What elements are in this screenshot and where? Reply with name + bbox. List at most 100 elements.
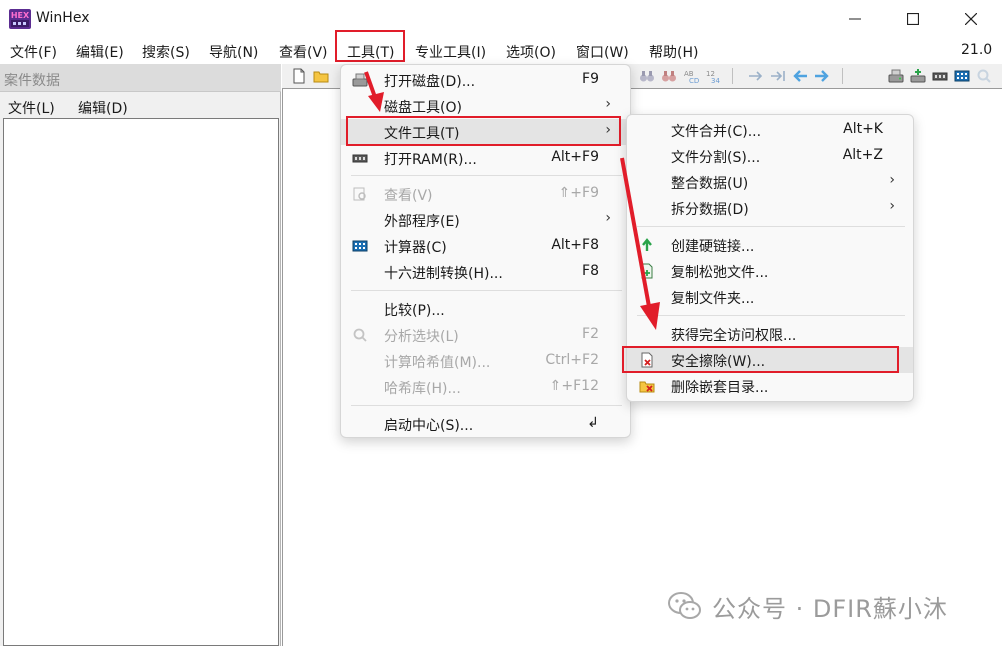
menu-item-copy-slack[interactable]: 复制松弛文件... — [627, 258, 913, 284]
menu-item-shortcut: Alt+F9 — [551, 149, 599, 165]
menu-item-shortcut: Alt+F8 — [551, 237, 599, 253]
menu-item-label: 删除嵌套目录... — [671, 380, 769, 396]
menu-item-unify-data[interactable]: 整合数据(U) › — [627, 169, 913, 195]
case-menu-file[interactable]: 文件(L) — [8, 98, 55, 118]
menu-item-dissect-data[interactable]: 拆分数据(D) › — [627, 195, 913, 221]
toolbar-separator — [842, 68, 843, 84]
menu-item-open-ram[interactable]: 打开RAM(R)... Alt+F9 — [341, 145, 630, 171]
menu-item-compute-hash: 计算哈希值(M)... Ctrl+F2 — [341, 348, 630, 374]
magnifier-icon — [353, 328, 367, 342]
watermark-text: 公众号 · DFIR蘇小沐 — [712, 594, 948, 623]
menu-item-shortcut: ↲ — [587, 415, 599, 431]
case-data-pane: 案件数据 文件(L) 编辑(D) — [0, 64, 281, 646]
magnifier-icon[interactable] — [976, 68, 992, 84]
menu-item-label: 拆分数据(D) — [671, 202, 749, 218]
menu-item-hex-converter[interactable]: 十六进制转换(H)... F8 — [341, 259, 630, 285]
menu-item-compare[interactable]: 比较(P)... — [341, 296, 630, 322]
wechat-icon — [668, 592, 701, 619]
menu-item-label: 文件合并(C)... — [671, 124, 762, 140]
tools-menu-highlight-box — [335, 30, 405, 62]
watermark: 公众号 · DFIR蘇小沐 — [668, 588, 948, 624]
menu-item-create-hardlink[interactable]: 创建硬链接... — [627, 232, 913, 258]
menu-specialist[interactable]: 专业工具(I) — [415, 42, 486, 62]
find-hex-icon[interactable] — [661, 68, 677, 84]
version-label: 21.0 — [961, 42, 993, 58]
menu-search[interactable]: 搜索(S) — [142, 42, 190, 62]
binoculars-icon[interactable] — [639, 68, 655, 84]
case-tree[interactable] — [3, 118, 279, 646]
menu-item-label: 外部程序(E) — [384, 214, 460, 230]
menu-item-external-programs[interactable]: 外部程序(E) › — [341, 207, 630, 233]
menu-item-label: 启动中心(S)... — [384, 418, 474, 434]
secure-erase-highlight-box — [622, 346, 899, 373]
menu-separator — [637, 226, 905, 227]
menu-item-label: 十六进制转换(H)... — [384, 266, 503, 282]
maximize-button[interactable] — [884, 0, 942, 38]
svg-text:HEX: HEX — [11, 11, 30, 20]
menu-item-copy-folder[interactable]: 复制文件夹... — [627, 284, 913, 310]
case-menu-edit[interactable]: 编辑(D) — [78, 98, 128, 118]
replace-hex-icon[interactable]: 1234 — [705, 68, 721, 84]
menu-separator — [351, 405, 622, 406]
menu-item-label: 比较(P)... — [384, 303, 445, 319]
menu-item-full-access[interactable]: 获得完全访问权限... — [627, 321, 913, 347]
disk-icon[interactable] — [888, 68, 904, 84]
menu-item-label: 打开磁盘(D)... — [384, 74, 476, 90]
menu-item-file-split[interactable]: 文件分割(S)... Alt+Z — [627, 143, 913, 169]
menu-item-calculator[interactable]: 计算器(C) Alt+F8 — [341, 233, 630, 259]
calculator-icon[interactable] — [954, 68, 970, 84]
menu-item-shortcut: F2 — [582, 326, 599, 342]
case-data-title: 案件数据 — [4, 73, 60, 89]
menu-item-label: 分析选块(L) — [384, 329, 459, 345]
copy-file-icon — [641, 263, 653, 279]
disk-icon — [352, 73, 368, 87]
menu-item-label: 打开RAM(R)... — [384, 152, 477, 168]
disk-plus-icon[interactable] — [910, 68, 926, 84]
menu-bar: 文件(F) 编辑(E) 搜索(S) 导航(N) 查看(V) 工具(T) 专业工具… — [0, 38, 1002, 64]
maximize-icon — [907, 13, 919, 25]
menu-help[interactable]: 帮助(H) — [649, 42, 698, 62]
menu-item-label: 获得完全访问权限... — [671, 328, 797, 344]
chevron-right-icon: › — [605, 96, 611, 112]
case-data-header: 案件数据 — [0, 64, 281, 92]
open-folder-icon[interactable] — [313, 68, 329, 84]
hardlink-arrow-icon — [642, 238, 652, 251]
menu-item-view: 查看(V) ⇑+F9 — [341, 181, 630, 207]
menu-separator — [637, 315, 905, 316]
menu-item-shortcut: Alt+K — [843, 121, 883, 137]
menu-item-file-merge[interactable]: 文件合并(C)... Alt+K — [627, 117, 913, 143]
menu-item-label: 复制松弛文件... — [671, 265, 769, 281]
svg-text:34: 34 — [711, 77, 720, 84]
back-arrow-icon[interactable] — [792, 68, 808, 84]
minimize-button[interactable] — [826, 0, 884, 38]
menu-item-shortcut: Ctrl+F2 — [545, 352, 599, 368]
menu-view[interactable]: 查看(V) — [279, 42, 328, 62]
menu-edit[interactable]: 编辑(E) — [76, 42, 124, 62]
close-icon — [965, 13, 977, 25]
menu-item-open-disk[interactable]: 打开磁盘(D)... F9 — [341, 67, 630, 93]
file-tools-highlight-box — [346, 116, 621, 146]
menu-options[interactable]: 选项(O) — [506, 42, 556, 62]
forward-arrow-icon[interactable] — [814, 68, 830, 84]
menu-item-delete-nested[interactable]: 删除嵌套目录... — [627, 373, 913, 399]
title-bar: HEX WinHex — [0, 0, 1002, 38]
menu-item-label: 查看(V) — [384, 188, 433, 204]
menu-item-start-center[interactable]: 启动中心(S)... ↲ — [341, 411, 630, 437]
toolbar-separator — [732, 68, 733, 84]
goto-offset-icon[interactable] — [748, 68, 764, 84]
svg-text:CD: CD — [689, 77, 699, 84]
new-file-icon[interactable] — [291, 68, 307, 84]
menu-window[interactable]: 窗口(W) — [576, 42, 629, 62]
folder-delete-icon — [639, 381, 655, 393]
goto-sector-icon[interactable] — [770, 68, 786, 84]
close-button[interactable] — [942, 0, 1000, 38]
winhex-logo-icon: HEX — [9, 9, 31, 29]
ram-icon[interactable] — [932, 68, 948, 84]
menu-item-shortcut: Alt+Z — [842, 147, 883, 163]
menu-navigate[interactable]: 导航(N) — [209, 42, 258, 62]
menu-item-shortcut: F9 — [582, 71, 599, 87]
menu-file[interactable]: 文件(F) — [10, 42, 57, 62]
replace-text-icon[interactable]: ABCD — [683, 68, 699, 84]
window-title: WinHex — [36, 10, 90, 26]
menu-item-label: 磁盘工具(O) — [384, 100, 462, 116]
